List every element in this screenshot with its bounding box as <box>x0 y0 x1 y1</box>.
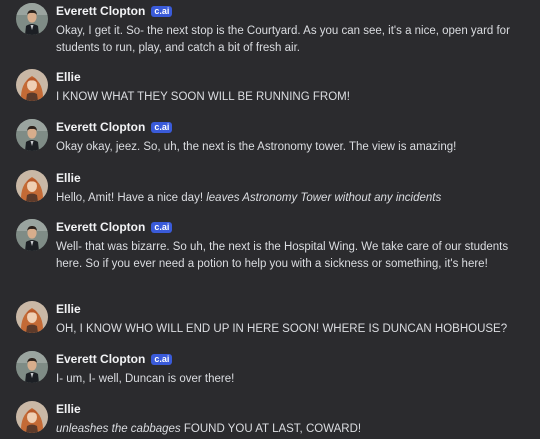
message-text-part: OH, I KNOW WHO WILL END UP IN HERE SOON!… <box>56 323 508 335</box>
ellie-avatar[interactable] <box>16 301 48 333</box>
everett-avatar[interactable] <box>16 219 48 251</box>
ai-badge: c.ai <box>151 122 173 133</box>
message-text-part: FOUND YOU AT LAST, COWARD! <box>180 423 362 435</box>
author-name: Ellie <box>56 402 81 416</box>
ai-badge: c.ai <box>151 354 173 365</box>
author-name: Everett Clopton <box>56 220 146 234</box>
ai-badge: c.ai <box>151 6 173 17</box>
author-name: Ellie <box>56 171 81 185</box>
ellie-avatar[interactable] <box>16 170 48 202</box>
author-name: Ellie <box>56 70 81 84</box>
author-name: Everett Clopton <box>56 4 146 18</box>
action-text: unleashes the cabbages <box>56 423 181 435</box>
message-text-part: Well- that was bizarre. So uh, the next … <box>56 241 509 270</box>
message-text-part: Okay okay, jeez. So, uh, the next is the… <box>56 141 457 153</box>
everett-avatar[interactable] <box>16 119 48 151</box>
everett-avatar[interactable] <box>16 351 48 383</box>
author-name: Everett Clopton <box>56 352 146 366</box>
message-text: Hello, Amit! Have a nice day! leaves Ast… <box>56 190 530 207</box>
ellie-avatar[interactable] <box>16 401 48 433</box>
action-text: leaves Astronomy Tower without any incid… <box>206 192 442 204</box>
author-name: Ellie <box>56 302 81 316</box>
message-text-part: I- um, I- well, Duncan is over there! <box>56 373 235 385</box>
author-name: Everett Clopton <box>56 120 146 134</box>
everett-avatar[interactable] <box>16 3 48 35</box>
ellie-avatar[interactable] <box>16 69 48 101</box>
message-text: I- um, I- well, Duncan is over there! <box>56 371 530 388</box>
message-text: OH, I KNOW WHO WILL END UP IN HERE SOON!… <box>56 321 530 338</box>
message-text: Well- that was bizarre. So uh, the next … <box>56 239 530 273</box>
message-text: I KNOW WHAT THEY SOON WILL BE RUNNING FR… <box>56 89 530 106</box>
ai-badge: c.ai <box>151 222 173 233</box>
message-text: Okay, I get it. So- the next stop is the… <box>56 23 530 57</box>
message-text: unleashes the cabbages FOUND YOU AT LAST… <box>56 421 530 438</box>
message-text: Okay okay, jeez. So, uh, the next is the… <box>56 139 530 156</box>
message-text-part: Hello, Amit! Have a nice day! <box>56 192 207 204</box>
message-text-part: Okay, I get it. So- the next stop is the… <box>56 25 510 54</box>
chat-log: Everett Clopton c.ai Okay, I get it. So-… <box>0 0 540 439</box>
message-text-part: I KNOW WHAT THEY SOON WILL BE RUNNING FR… <box>56 91 350 103</box>
